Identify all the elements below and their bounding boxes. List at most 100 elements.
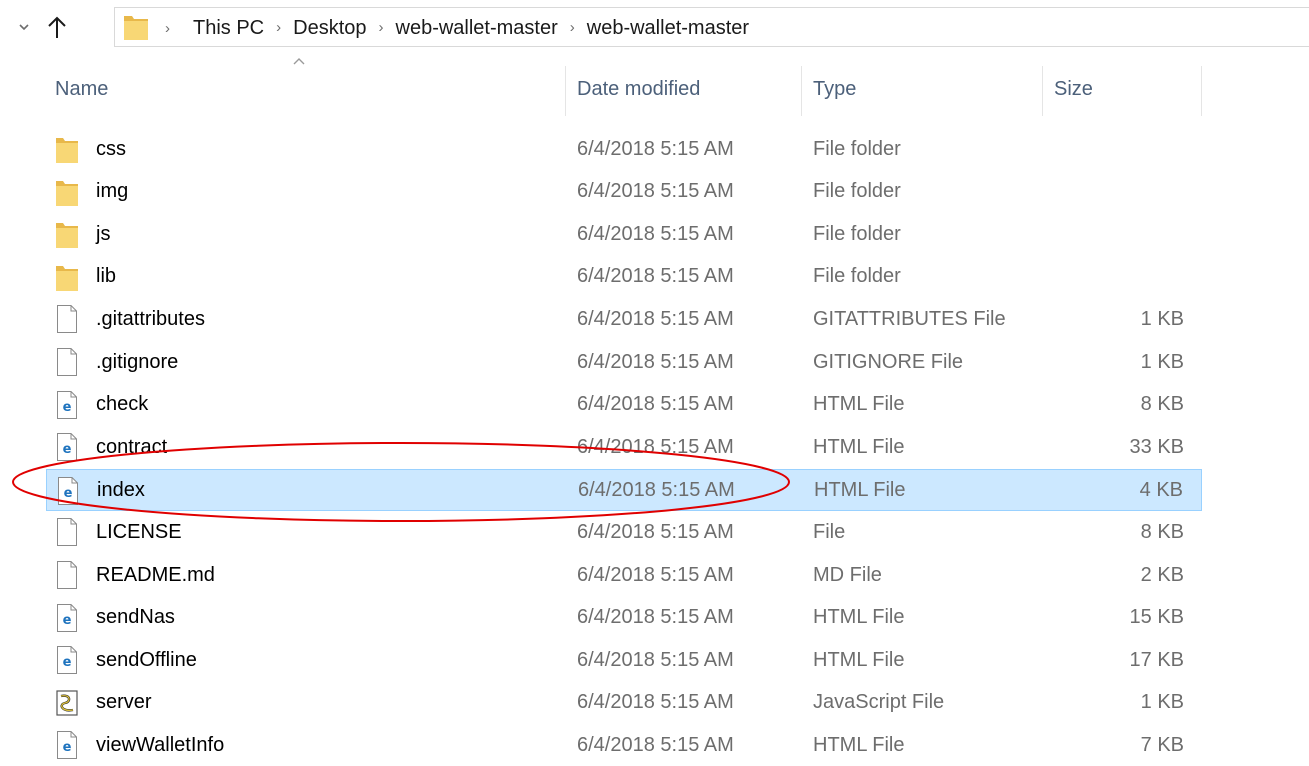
file-row[interactable]: js 6/4/2018 5:15 AM File folder: [46, 213, 1202, 255]
file-name: js: [96, 222, 111, 245]
file-type: File folder: [813, 180, 901, 203]
file-name: server: [96, 691, 152, 714]
column-header-date[interactable]: Date modified: [577, 78, 700, 101]
file-date-modified: 6/4/2018 5:15 AM: [578, 479, 735, 502]
column-header-name[interactable]: Name: [55, 78, 108, 101]
file-row[interactable]: e index 6/4/2018 5:15 AM HTML File 4 KB: [46, 468, 1202, 511]
file-type: HTML File: [814, 479, 906, 502]
file-date-modified: 6/4/2018 5:15 AM: [577, 307, 734, 330]
script-file-icon: [55, 688, 79, 718]
breadcrumb: This PC › Desktop › web-wallet-master › …: [193, 8, 749, 48]
file-name: .gitattributes: [96, 307, 205, 330]
file-type: JavaScript File: [813, 691, 945, 714]
file-date-modified: 6/4/2018 5:15 AM: [577, 222, 734, 245]
html-file-icon: e: [56, 476, 80, 506]
breadcrumb-separator-icon[interactable]: ›: [570, 19, 575, 36]
file-date-modified: 6/4/2018 5:15 AM: [577, 350, 734, 373]
file-date-modified: 6/4/2018 5:15 AM: [577, 520, 734, 543]
file-date-modified: 6/4/2018 5:15 AM: [577, 733, 734, 756]
breadcrumb-separator-icon[interactable]: ›: [276, 19, 281, 36]
file-row[interactable]: server 6/4/2018 5:15 AM JavaScript File 1 K…: [46, 682, 1202, 724]
file-size: 1 KB: [1140, 691, 1184, 714]
file-row[interactable]: lib 6/4/2018 5:15 AM File folder: [46, 256, 1202, 298]
column-divider[interactable]: [801, 66, 802, 116]
file-size: 4 KB: [1139, 479, 1183, 502]
html-file-icon: e: [55, 730, 79, 760]
file-row[interactable]: e contract 6/4/2018 5:15 AM HTML File 33 KB: [46, 426, 1202, 468]
file-icon: [55, 304, 79, 334]
address-bar[interactable]: › This PC › Desktop › web-wallet-master …: [114, 7, 1309, 47]
folder-icon: [55, 262, 79, 292]
breadcrumb-item[interactable]: web-wallet-master: [587, 17, 749, 40]
folder-icon: [55, 177, 79, 207]
file-row[interactable]: .gitignore 6/4/2018 5:15 AM GITIGNORE File…: [46, 341, 1202, 383]
file-type: File folder: [813, 222, 901, 245]
file-date-modified: 6/4/2018 5:15 AM: [577, 691, 734, 714]
file-name: index: [97, 479, 145, 502]
file-name: viewWalletInfo: [96, 733, 225, 756]
file-type: File: [813, 520, 846, 543]
file-icon: [55, 517, 79, 547]
file-row[interactable]: e check 6/4/2018 5:15 AM HTML File 8 KB: [46, 384, 1202, 426]
breadcrumb-item[interactable]: web-wallet-master: [396, 17, 558, 40]
file-date-modified: 6/4/2018 5:15 AM: [577, 265, 734, 288]
breadcrumb-item[interactable]: Desktop: [293, 17, 366, 40]
folder-icon: [55, 219, 79, 249]
file-type: HTML File: [813, 393, 905, 416]
file-name: .gitignore: [96, 350, 179, 373]
html-file-icon: e: [55, 603, 79, 633]
svg-text:e: e: [63, 740, 72, 755]
file-name: img: [96, 180, 129, 203]
file-size: 7 KB: [1140, 733, 1184, 756]
breadcrumb-item[interactable]: This PC: [193, 17, 264, 40]
file-row[interactable]: css 6/4/2018 5:15 AM File folder: [46, 128, 1202, 170]
file-date-modified: 6/4/2018 5:15 AM: [577, 393, 734, 416]
file-icon: [55, 560, 79, 590]
html-file-icon: e: [55, 390, 79, 420]
column-divider[interactable]: [1201, 66, 1202, 116]
file-row[interactable]: e viewWalletInfo 6/4/2018 5:15 AM HTML File…: [46, 724, 1202, 766]
up-arrow-icon[interactable]: [45, 12, 69, 42]
file-row[interactable]: .gitattributes 6/4/2018 5:15 AM GITATTRIBU…: [46, 298, 1202, 340]
file-type: GITATTRIBUTES File: [813, 307, 1006, 330]
file-name: contract: [96, 435, 168, 458]
file-size: 1 KB: [1140, 350, 1184, 373]
folder-icon: [124, 16, 148, 40]
file-icon: [55, 347, 79, 377]
file-name: css: [96, 137, 126, 160]
breadcrumb-separator-icon: ›: [165, 19, 170, 37]
file-size: 8 KB: [1140, 520, 1184, 543]
file-type: File folder: [813, 265, 901, 288]
svg-text:e: e: [63, 400, 72, 415]
html-file-icon: e: [55, 645, 79, 675]
file-type: MD File: [813, 563, 882, 586]
file-name: lib: [96, 265, 117, 288]
file-row[interactable]: e sendNas 6/4/2018 5:15 AM HTML File 15 KB: [46, 597, 1202, 639]
column-divider[interactable]: [1042, 66, 1043, 116]
file-row[interactable]: LICENSE 6/4/2018 5:15 AM File 8 KB: [46, 511, 1202, 553]
file-name: LICENSE: [96, 520, 182, 543]
file-date-modified: 6/4/2018 5:15 AM: [577, 648, 734, 671]
file-row[interactable]: README.md 6/4/2018 5:15 AM MD File 2 KB: [46, 554, 1202, 596]
file-type: HTML File: [813, 606, 905, 629]
file-name: sendOffline: [96, 648, 197, 671]
file-size: 33 KB: [1129, 435, 1184, 458]
file-type: GITIGNORE File: [813, 350, 964, 373]
svg-text:e: e: [63, 613, 72, 628]
chevron-down-icon[interactable]: [17, 20, 31, 34]
file-name: README.md: [96, 563, 215, 586]
file-size: 17 KB: [1129, 648, 1184, 671]
column-header-type[interactable]: Type: [813, 78, 856, 101]
file-row[interactable]: img 6/4/2018 5:15 AM File folder: [46, 171, 1202, 213]
svg-text:e: e: [64, 486, 73, 501]
file-type: HTML File: [813, 733, 905, 756]
file-size: 15 KB: [1129, 606, 1184, 629]
svg-text:e: e: [63, 655, 72, 670]
column-divider[interactable]: [565, 66, 566, 116]
breadcrumb-separator-icon[interactable]: ›: [379, 19, 384, 36]
file-row[interactable]: e sendOffline 6/4/2018 5:15 AM HTML File 17 …: [46, 639, 1202, 681]
column-header-size[interactable]: Size: [1054, 78, 1093, 101]
html-file-icon: e: [55, 432, 79, 462]
file-date-modified: 6/4/2018 5:15 AM: [577, 137, 734, 160]
file-date-modified: 6/4/2018 5:15 AM: [577, 606, 734, 629]
